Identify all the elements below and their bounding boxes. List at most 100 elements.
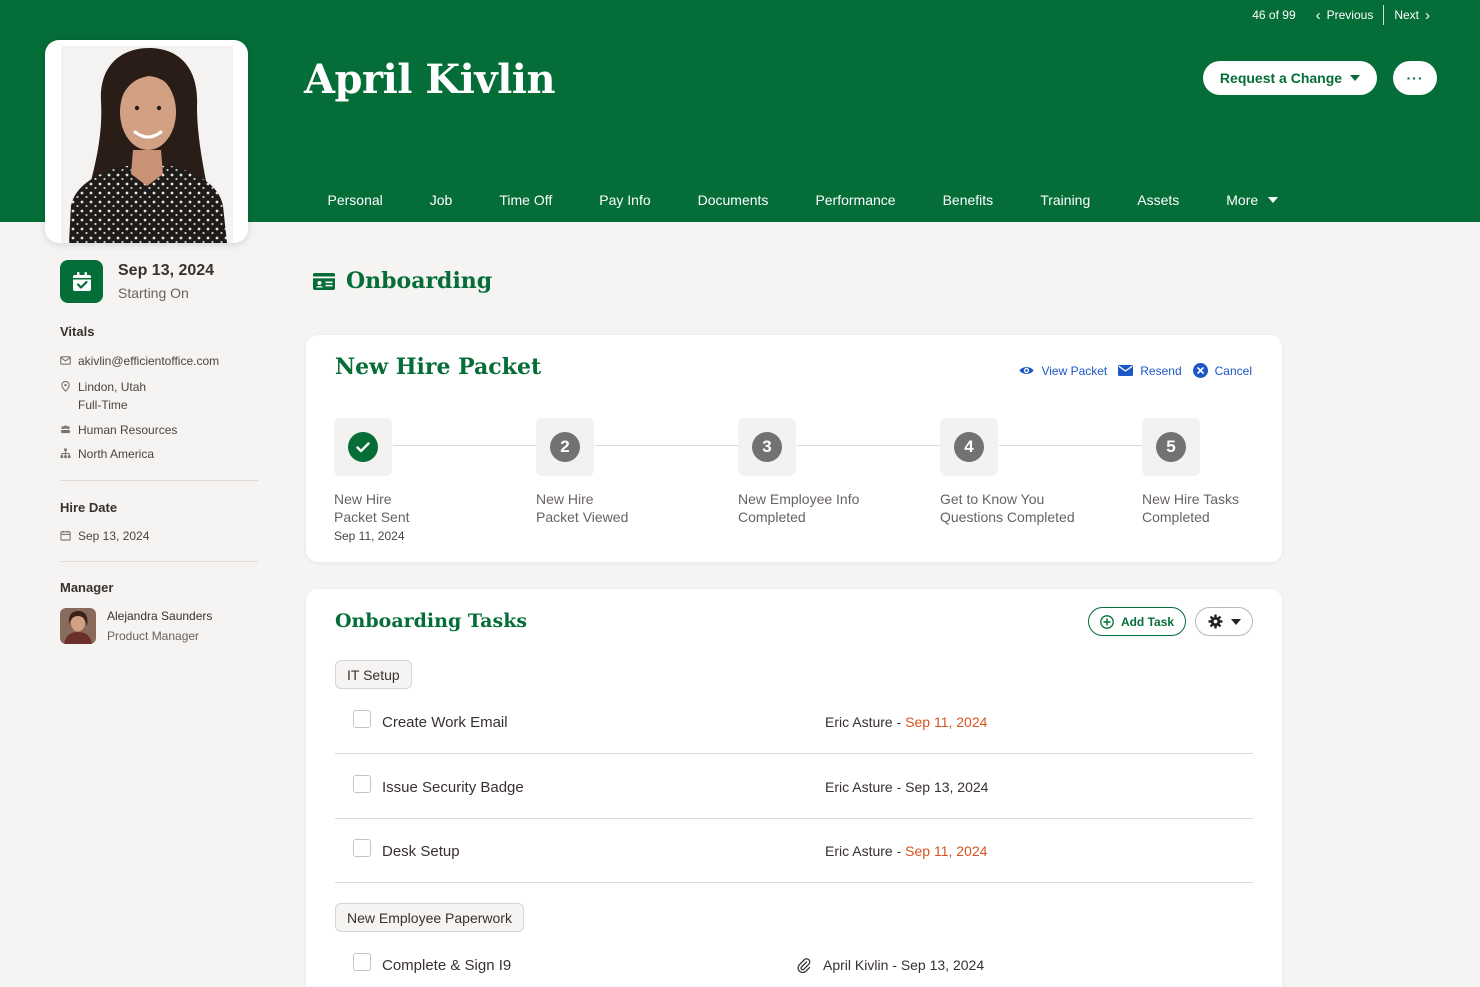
tab-pay-info[interactable]: Pay Info [576, 192, 674, 208]
row-divider [335, 882, 1253, 883]
manager-avatar [60, 608, 96, 644]
division-text: North America [78, 447, 155, 461]
separator: - [892, 779, 906, 795]
add-task-label: Add Task [1120, 614, 1175, 629]
chevron-left-icon[interactable]: ‹ [1316, 8, 1321, 23]
tab-performance[interactable]: Performance [792, 192, 919, 208]
packet-step: 3 New Employee Info Completed [738, 418, 878, 526]
step-date: Sep 11, 2024 [334, 529, 405, 543]
more-actions-button[interactable]: ··· [1393, 61, 1437, 95]
task-checkbox[interactable] [353, 953, 371, 971]
separator: - [892, 714, 906, 730]
manager-heading: Manager [60, 580, 114, 595]
chevron-right-icon[interactable]: › [1425, 8, 1430, 23]
task-due-date: Sep 11, 2024 [905, 714, 988, 730]
step-label: New Hire Packet Sent Sep 11, 2024 [334, 490, 484, 545]
step-label-line: New Employee Info [738, 491, 860, 507]
task-due-date: Sep 11, 2024 [905, 843, 988, 859]
task-due-date: Sep 13, 2024 [900, 957, 985, 973]
start-date-block: Sep 13, 2024 Starting On [60, 260, 214, 303]
profile-tabs: Personal Job Time Off Pay Info Documents… [304, 192, 1302, 208]
page-title: Onboarding [313, 268, 492, 294]
step-label-line: Completed [738, 509, 806, 525]
sidebar-divider [60, 480, 258, 481]
plus-circle-icon [1100, 614, 1114, 629]
tab-time-off[interactable]: Time Off [476, 192, 576, 208]
tab-training[interactable]: Training [1017, 192, 1114, 208]
task-checkbox[interactable] [353, 775, 371, 793]
packet-step: 5 New Hire Tasks Completed [1142, 418, 1282, 526]
separator: - [892, 843, 906, 859]
department-text: Human Resources [78, 423, 178, 437]
step-label: New Employee Info Completed [738, 490, 888, 526]
profile-photo[interactable] [45, 40, 248, 243]
cancel-link[interactable]: Cancel [1192, 363, 1252, 378]
people-icon [60, 425, 71, 434]
task-settings-button[interactable] [1195, 607, 1253, 636]
resend-link[interactable]: Resend [1118, 363, 1182, 378]
packet-step: New Hire Packet Sent Sep 11, 2024 [334, 418, 474, 545]
step-number: 5 [1156, 432, 1186, 462]
task-group-label: New Employee Paperwork [335, 903, 524, 932]
tab-label: Pay Info [599, 192, 651, 208]
tab-personal[interactable]: Personal [304, 192, 406, 208]
vitals-email[interactable]: akivlin@efficientoffice.com [60, 354, 219, 368]
vitals-heading: Vitals [60, 324, 95, 339]
cancel-label: Cancel [1214, 363, 1252, 378]
step-number: 3 [752, 432, 782, 462]
org-chart-icon [60, 448, 71, 459]
ellipsis-icon: ··· [1406, 70, 1424, 86]
previous-link[interactable]: Previous [1327, 8, 1374, 22]
tab-label: Training [1040, 192, 1091, 208]
hire-date-row: Sep 13, 2024 [60, 529, 149, 543]
task-name[interactable]: Complete & Sign I9 [382, 957, 511, 974]
step-label: New Hire Tasks Completed [1142, 490, 1262, 526]
task-checkbox[interactable] [353, 839, 371, 857]
task-assignee: Eric Asture [825, 779, 893, 795]
vitals-division: North America [60, 447, 154, 461]
packet-actions: View Packet Resend Cancel [1019, 363, 1252, 378]
row-divider [335, 753, 1253, 754]
task-assignment: April Kivlin - Sep 13, 2024 [797, 957, 984, 973]
task-checkbox[interactable] [353, 710, 371, 728]
step-indicator: 3 [738, 418, 796, 476]
start-date-label: Starting On [118, 285, 189, 301]
employment-type: Full-Time [78, 398, 128, 412]
task-name[interactable]: Issue Security Badge [382, 779, 524, 796]
view-packet-link[interactable]: View Packet [1019, 363, 1107, 378]
task-assignee: Eric Asture [825, 843, 893, 859]
tab-job[interactable]: Job [406, 192, 476, 208]
tab-documents[interactable]: Documents [674, 192, 792, 208]
email-text: akivlin@efficientoffice.com [78, 354, 220, 368]
gear-icon [1207, 614, 1223, 629]
add-task-button[interactable]: Add Task [1088, 607, 1186, 636]
tasks-title: Onboarding Tasks [335, 610, 528, 632]
task-row: Complete & Sign I9 April Kivlin - Sep 13… [335, 933, 1253, 987]
request-change-button[interactable]: Request a Change [1203, 61, 1377, 95]
tab-more[interactable]: More [1203, 192, 1302, 208]
task-name[interactable]: Desk Setup [382, 843, 460, 860]
step-label-line: New Hire [536, 491, 594, 507]
task-assignee: Eric Asture [825, 714, 893, 730]
tab-label: Benefits [942, 192, 994, 208]
step-indicator: 5 [1142, 418, 1200, 476]
task-name[interactable]: Create Work Email [382, 714, 508, 731]
hire-date: Sep 13, 2024 [78, 529, 150, 543]
manager-role: Product Manager [107, 629, 200, 643]
step-label: New Hire Packet Viewed [536, 490, 686, 526]
step-label-line: Questions Completed [940, 509, 1075, 525]
tab-assets[interactable]: Assets [1114, 192, 1203, 208]
paperclip-icon[interactable] [797, 957, 811, 973]
eye-icon [1019, 367, 1034, 374]
close-circle-icon [1192, 363, 1208, 378]
packet-step: 2 New Hire Packet Viewed [536, 418, 676, 526]
caret-down-icon [1268, 197, 1279, 203]
next-link[interactable]: Next [1394, 8, 1419, 22]
task-assignment: Eric Asture - Sep 13, 2024 [825, 779, 988, 795]
step-indicator [334, 418, 392, 476]
tab-benefits[interactable]: Benefits [919, 192, 1017, 208]
calendar-icon [60, 530, 71, 541]
map-pin-icon [61, 381, 70, 392]
manager-card[interactable]: Alejandra Saunders Product Manager [60, 608, 212, 644]
record-count: 46 of 99 [1252, 8, 1296, 22]
